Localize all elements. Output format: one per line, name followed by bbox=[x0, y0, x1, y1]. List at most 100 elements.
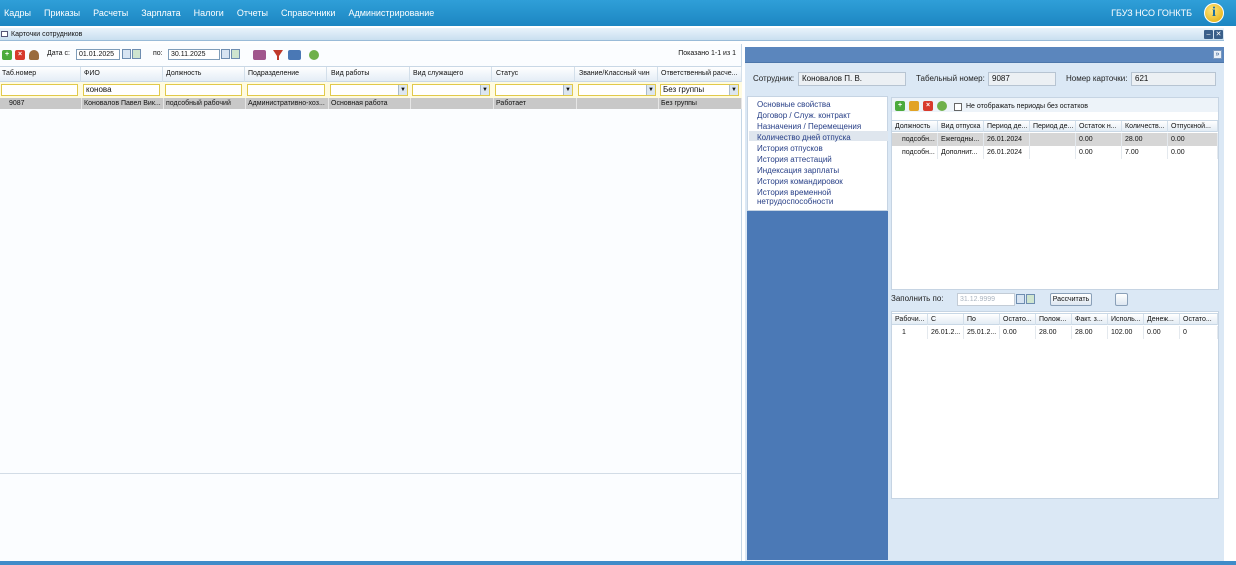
menu-otchety[interactable]: Отчеты bbox=[237, 8, 268, 18]
fill-date-input[interactable]: 31.12.9999 bbox=[957, 293, 1015, 306]
res-col-denezhnaya[interactable]: Денеж... bbox=[1144, 314, 1180, 325]
res-col-ostatok2[interactable]: Остато... bbox=[1180, 314, 1218, 325]
card-number-label: Номер карточки: bbox=[1066, 74, 1128, 83]
calendar-icon[interactable] bbox=[1016, 294, 1025, 304]
nav-osnovnye-svoystva[interactable]: Основные свойства bbox=[757, 100, 885, 109]
delete-icon[interactable]: × bbox=[15, 50, 25, 60]
date-to-input[interactable]: 30.11.2025 bbox=[168, 49, 220, 60]
col-podrazdelenie[interactable]: Подразделение bbox=[246, 67, 327, 82]
minimize-button[interactable]: – bbox=[1204, 30, 1213, 39]
res-col-fakt[interactable]: Факт. з... bbox=[1072, 314, 1108, 325]
cell-podrazdelenie: Административно-хоз... bbox=[246, 98, 329, 109]
filter-row: конова ▼ ▼ ▼ ▼ Без группы ▼ bbox=[0, 82, 742, 98]
filter-zvanie[interactable]: ▼ bbox=[578, 84, 656, 96]
window-title: Карточки сотрудников bbox=[11, 31, 83, 38]
close-window-button[interactable]: ✕ bbox=[1214, 30, 1223, 39]
res-col-ostatok[interactable]: Остато... bbox=[1000, 314, 1036, 325]
delete-icon[interactable]: × bbox=[923, 101, 933, 111]
filter-podrazdelenie[interactable] bbox=[247, 84, 325, 96]
menu-zarplata[interactable]: Зарплата bbox=[141, 8, 180, 18]
filter-dolzhnost[interactable] bbox=[165, 84, 242, 96]
col-vid-raboty[interactable]: Вид работы bbox=[329, 67, 410, 82]
cell-vid-sluzhashchego bbox=[411, 98, 494, 109]
res-cell: 25.01.2... bbox=[964, 326, 1000, 339]
table-row[interactable]: 1 26.01.2... 25.01.2... 0.00 28.00 28.00… bbox=[892, 326, 1218, 339]
res-col-ispolzovano[interactable]: Исполь... bbox=[1108, 314, 1144, 325]
vac-col-otpusknoy[interactable]: Отпускной... bbox=[1168, 121, 1218, 132]
calendar-apply-icon[interactable] bbox=[1026, 294, 1035, 304]
calendar-icon[interactable] bbox=[122, 49, 131, 59]
calendar-apply-icon[interactable] bbox=[132, 49, 141, 59]
print-icon[interactable] bbox=[1115, 293, 1128, 306]
calendar-icon[interactable] bbox=[221, 49, 230, 59]
nav-istoriya-attestatsiy[interactable]: История аттестаций bbox=[757, 155, 885, 164]
filter-vid-sluzhashchego[interactable]: ▼ bbox=[412, 84, 490, 96]
table-row[interactable]: 9087 Коновалов Павел Вик... подсобный ра… bbox=[0, 98, 742, 109]
filter-otvetstvenny[interactable]: Без группы ▼ bbox=[660, 84, 739, 96]
table-row[interactable]: подсобн... Ежегодны... 26.01.2024 0.00 2… bbox=[892, 133, 1218, 146]
nav-istoriya-otpuskov[interactable]: История отпусков bbox=[757, 144, 885, 153]
filter-tabnomer[interactable] bbox=[1, 84, 78, 96]
table-row[interactable]: подсобн... Дополнит... 26.01.2024 0.00 7… bbox=[892, 146, 1218, 159]
res-cell: 0 bbox=[1180, 326, 1218, 339]
filter-status[interactable]: ▼ bbox=[495, 84, 573, 96]
hide-empty-checkbox[interactable] bbox=[954, 103, 962, 111]
chevron-down-icon[interactable]: ▼ bbox=[646, 85, 655, 95]
col-zvanie[interactable]: Звание/Классный чин bbox=[577, 67, 658, 82]
res-col-po[interactable]: По bbox=[964, 314, 1000, 325]
vac-col-period-start[interactable]: Период де... bbox=[984, 121, 1030, 132]
collapse-panel-button[interactable]: » bbox=[1213, 50, 1222, 59]
print-icon[interactable] bbox=[288, 50, 301, 60]
add-icon[interactable]: + bbox=[895, 101, 905, 111]
nav-naznacheniya[interactable]: Назначения / Перемещения bbox=[757, 122, 885, 131]
col-fio[interactable]: ФИО bbox=[82, 67, 163, 82]
cell-status: Работает bbox=[494, 98, 577, 109]
res-col-rabochiy[interactable]: Рабочи... bbox=[892, 314, 928, 325]
nav-indeksatsiya[interactable]: Индексация зарплаты bbox=[757, 166, 885, 175]
vac-col-kolichestvo[interactable]: Количеств... bbox=[1122, 121, 1168, 132]
menu-administrirovanie[interactable]: Администрирование bbox=[348, 8, 434, 18]
user-icon[interactable] bbox=[29, 50, 39, 60]
employee-label: Сотрудник: bbox=[753, 74, 795, 83]
vac-cell: 0.00 bbox=[1168, 133, 1218, 146]
filter-clear-icon[interactable] bbox=[273, 50, 283, 60]
menu-nalogi[interactable]: Налоги bbox=[194, 8, 224, 18]
res-col-s[interactable]: С bbox=[928, 314, 964, 325]
chevron-down-icon[interactable]: ▼ bbox=[729, 85, 738, 95]
grid-toolbar: + × Дата с: 01.01.2025 по: 30.11.2025 По… bbox=[0, 48, 742, 62]
col-otvetstvenny[interactable]: Ответственный расче... bbox=[659, 67, 742, 82]
settings-dropdown-icon[interactable] bbox=[253, 50, 266, 60]
calculate-button[interactable]: Рассчитать bbox=[1050, 293, 1092, 306]
date-from-input[interactable]: 01.01.2025 bbox=[76, 49, 120, 60]
vac-col-vid-otpuska[interactable]: Вид отпуска bbox=[938, 121, 984, 132]
info-icon[interactable]: i bbox=[1204, 3, 1224, 23]
menu-kadry[interactable]: Кадры bbox=[4, 8, 31, 18]
col-status[interactable]: Статус bbox=[494, 67, 575, 82]
vac-col-ostatok[interactable]: Остаток н... bbox=[1076, 121, 1122, 132]
menu-prikazy[interactable]: Приказы bbox=[44, 8, 80, 18]
vac-col-period-end[interactable]: Период де... bbox=[1030, 121, 1076, 132]
chevron-down-icon[interactable]: ▼ bbox=[563, 85, 572, 95]
filter-vid-raboty[interactable]: ▼ bbox=[330, 84, 408, 96]
filter-fio[interactable]: конова bbox=[83, 84, 160, 96]
edit-icon[interactable] bbox=[909, 101, 919, 111]
vac-col-dolzhnost[interactable]: Должность bbox=[892, 121, 938, 132]
add-icon[interactable]: + bbox=[2, 50, 12, 60]
menu-raschety[interactable]: Расчеты bbox=[93, 8, 128, 18]
nav-komandirovki[interactable]: История командировок bbox=[757, 177, 885, 186]
menu-spravochniki[interactable]: Справочники bbox=[281, 8, 336, 18]
chevron-down-icon[interactable]: ▼ bbox=[398, 85, 407, 95]
refresh-icon[interactable] bbox=[937, 101, 947, 111]
chevron-down-icon[interactable]: ▼ bbox=[480, 85, 489, 95]
col-vid-sluzhashchego[interactable]: Вид служащего bbox=[411, 67, 492, 82]
refresh-icon[interactable] bbox=[309, 50, 319, 60]
nav-kolichestvo-dney-otpuska[interactable]: Количество дней отпуска bbox=[757, 133, 885, 142]
nav-dogovor[interactable]: Договор / Служ. контракт bbox=[757, 111, 885, 120]
res-col-polozheno[interactable]: Полож... bbox=[1036, 314, 1072, 325]
calculation-results-panel: Рабочи... С По Остато... Полож... Факт. … bbox=[891, 311, 1219, 499]
nav-netrudosposobnost[interactable]: История временной нетрудоспособности bbox=[757, 188, 867, 206]
col-dolzhnost[interactable]: Должность bbox=[164, 67, 245, 82]
calendar-apply-icon[interactable] bbox=[231, 49, 240, 59]
col-tabnomer[interactable]: Таб.номер bbox=[0, 67, 81, 82]
fill-row: Заполнить по: 31.12.9999 Рассчитать bbox=[891, 293, 1219, 309]
